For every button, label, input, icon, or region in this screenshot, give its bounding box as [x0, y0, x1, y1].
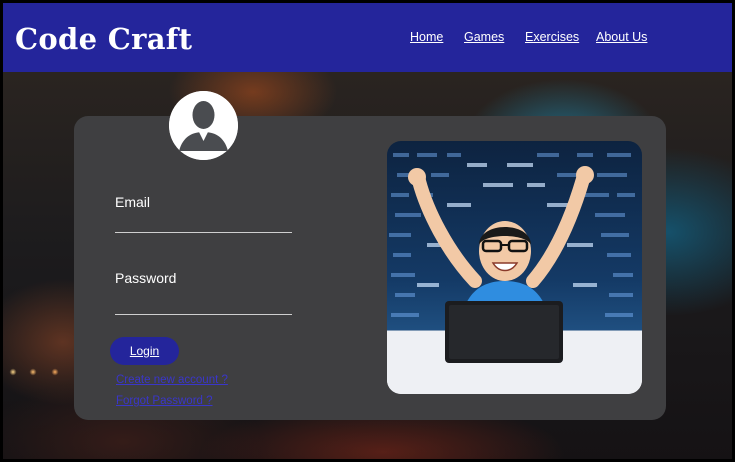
- photo-illustration: [387, 153, 642, 394]
- nav-exercises[interactable]: Exercises: [525, 30, 579, 44]
- nav-games[interactable]: Games: [464, 30, 504, 44]
- password-field[interactable]: [115, 293, 292, 315]
- user-avatar-icon: [169, 91, 238, 160]
- create-account-link[interactable]: Create new account ?: [116, 374, 228, 386]
- forgot-password-link[interactable]: Forgot Password ?: [116, 395, 213, 407]
- page: Code Craft Home Games Exercises About Us…: [0, 0, 735, 462]
- avatar-svg: [169, 91, 238, 160]
- nav-home[interactable]: Home: [410, 30, 443, 44]
- nav-about-us[interactable]: About Us: [596, 30, 647, 44]
- child-celebrating-laptop-image: [387, 141, 642, 394]
- login-button[interactable]: Login: [110, 337, 179, 365]
- background-lights: [3, 362, 73, 382]
- password-label: Password: [115, 270, 177, 286]
- navbar: Code Craft Home Games Exercises About Us: [3, 3, 732, 72]
- email-field[interactable]: [115, 211, 292, 233]
- email-label: Email: [115, 194, 151, 210]
- brand-logo[interactable]: Code Craft: [15, 25, 192, 54]
